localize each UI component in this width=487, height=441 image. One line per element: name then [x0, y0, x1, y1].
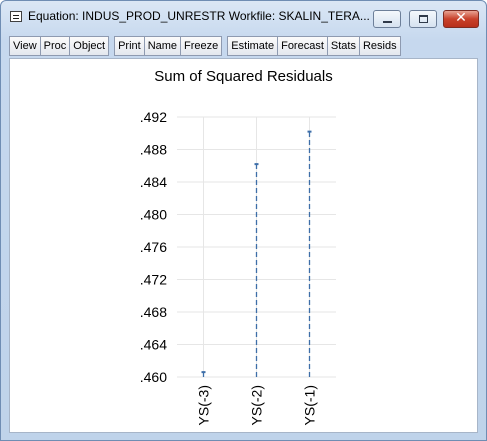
x-category-label: YS(-2)	[249, 385, 265, 425]
x-category-label: YS(-3)	[196, 385, 212, 425]
minimize-icon	[383, 21, 392, 23]
window-title: Equation: INDUS_PROD_UNRESTR Workfile: S…	[28, 9, 370, 23]
toolbar: View Proc Object Print Name Freeze Estim…	[9, 36, 401, 56]
y-tick-label: .492	[140, 109, 167, 125]
forecast-button[interactable]: Forecast	[277, 36, 328, 56]
y-tick-label: .460	[140, 369, 167, 385]
y-tick-label: .468	[140, 304, 167, 320]
view-button[interactable]: View	[9, 36, 41, 56]
graph-area: Sum of Squared Residuals .460.464.468.47…	[9, 58, 478, 433]
maximize-icon	[419, 15, 428, 23]
close-icon: ✕	[455, 10, 467, 26]
estimate-button[interactable]: Estimate	[227, 36, 279, 56]
y-tick-label: .480	[140, 207, 167, 223]
y-tick-label: .488	[140, 142, 167, 158]
proc-button[interactable]: Proc	[39, 36, 71, 56]
name-button[interactable]: Name	[143, 36, 182, 56]
y-tick-label: .472	[140, 272, 167, 288]
freeze-button[interactable]: Freeze	[180, 36, 223, 56]
title-bar[interactable]: Equation: INDUS_PROD_UNRESTR Workfile: S…	[1, 1, 486, 31]
y-tick-label: .476	[140, 239, 167, 255]
x-category-label: YS(-1)	[302, 385, 318, 425]
dropline-chart: .460 .464 .468 .472 .476 .480 .484 .488 .492 YS(-…	[140, 109, 336, 425]
y-tick-label: .464	[140, 337, 167, 353]
resids-button[interactable]: Resids	[358, 36, 401, 56]
equation-window: Equation: INDUS_PROD_UNRESTR Workfile: S…	[0, 0, 487, 441]
minimize-button[interactable]	[373, 10, 401, 28]
maximize-button[interactable]	[409, 10, 437, 28]
y-tick-label: .484	[140, 174, 167, 190]
print-button[interactable]: Print	[114, 36, 145, 56]
system-menu-icon[interactable]	[10, 11, 22, 22]
close-button[interactable]: ✕	[443, 10, 479, 28]
object-button[interactable]: Object	[69, 36, 110, 56]
stats-button[interactable]: Stats	[326, 36, 360, 56]
